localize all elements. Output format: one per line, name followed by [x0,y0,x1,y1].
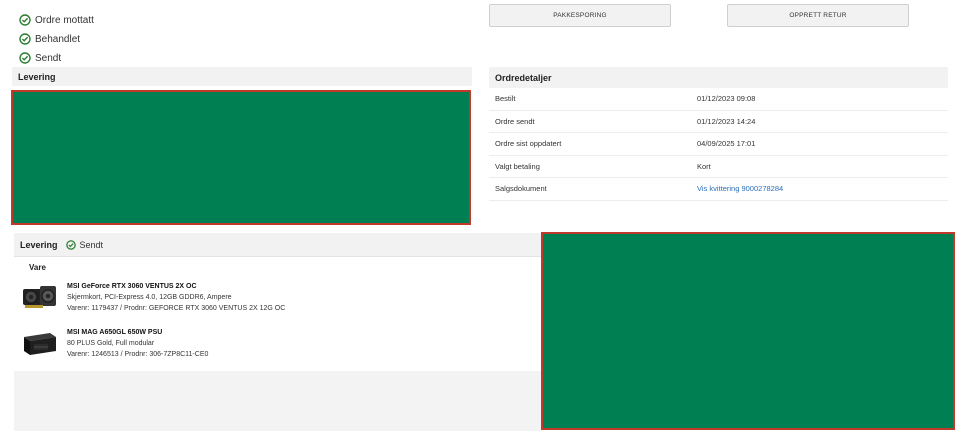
status-label: Behandlet [35,33,81,45]
delivery-title: Levering [20,239,58,250]
status-item-processed: Behandlet [19,30,94,48]
order-row-sales-document: Salgsdokument Vis kvittering 9000278284 [489,178,948,201]
check-circle-icon [19,14,31,26]
list-item[interactable]: MSI GeForce RTX 3060 VENTUS 2X OC Skjerm… [20,281,520,314]
order-row-payment: Valgt betaling Kort [489,156,948,178]
order-row-sent: Ordre sendt 01/12/2023 14:24 [489,111,948,133]
order-row-key: Bestilt [495,94,516,104]
item-description: Skjermkort, PCI-Express 4.0, 12GB GDDR6,… [67,294,232,301]
delivery-header: Levering Sendt [14,233,541,257]
item-name: MSI MAG A650GL 650W PSU [67,329,163,336]
status-label: Ordre mottatt [35,14,94,26]
order-row-value: 04/09/2025 17:01 [697,139,756,149]
redacted-block [11,90,471,225]
check-circle-icon [65,239,76,250]
power-supply-icon [20,327,60,359]
status-item-received: Ordre mottatt [19,11,94,29]
delivery-status: Sendt [65,239,104,250]
item-name: MSI GeForce RTX 3060 VENTUS 2X OC [67,283,197,290]
order-row-value: 01/12/2023 14:24 [697,116,756,126]
list-item[interactable]: MSI MAG A650GL 650W PSU 80 PLUS Gold, Fu… [20,327,520,360]
item-details: MSI MAG A650GL 650W PSU 80 PLUS Gold, Fu… [67,327,208,360]
item-description: 80 PLUS Gold, Full modular [67,340,155,347]
order-row-key: Ordre sendt [495,116,535,126]
graphics-card-icon [20,281,60,313]
order-row-ordered: Bestilt 01/12/2023 09:08 [489,88,948,111]
redacted-block [541,232,955,430]
order-details-table: Bestilt 01/12/2023 09:08 Ordre sendt 01/… [489,88,948,201]
order-status-list: Ordre mottatt Behandlet Sendt [19,11,94,68]
create-return-button[interactable]: OPPRETT RETUR [727,4,909,27]
order-row-value: Kort [697,161,711,171]
status-item-sent: Sendt [19,49,94,67]
items-column-label: Vare [29,263,46,272]
delivery-status-label: Sendt [79,239,104,250]
status-label: Sendt [35,52,62,64]
check-circle-icon [19,33,31,45]
item-ids: Varenr: 1246513 / Prodnr: 306-7ZP8C11-CE… [67,351,209,358]
order-row-key: Valgt betaling [495,161,540,171]
order-row-updated: Ordre sist oppdatert 04/09/2025 17:01 [489,133,948,156]
order-row-key: Ordre sist oppdatert [495,139,562,149]
receipt-link[interactable]: Vis kvittering 9000278284 [697,184,783,193]
order-details-title: Ordredetaljer [489,67,948,88]
check-circle-icon [19,52,31,64]
item-details: MSI GeForce RTX 3060 VENTUS 2X OC Skjerm… [67,281,285,314]
delivery-items: Vare MSI GeForce RTX 3060 VENTUS 2X OC S… [14,257,541,371]
item-ids: Varenr: 1179437 / Prodnr: GEFORCE RTX 30… [67,305,286,312]
order-row-key: Salgsdokument [495,184,547,194]
order-row-value: 01/12/2023 09:08 [697,94,756,104]
package-tracking-button[interactable]: PAKKESPORING [489,4,671,27]
delivery-map-header: Levering [12,67,472,86]
